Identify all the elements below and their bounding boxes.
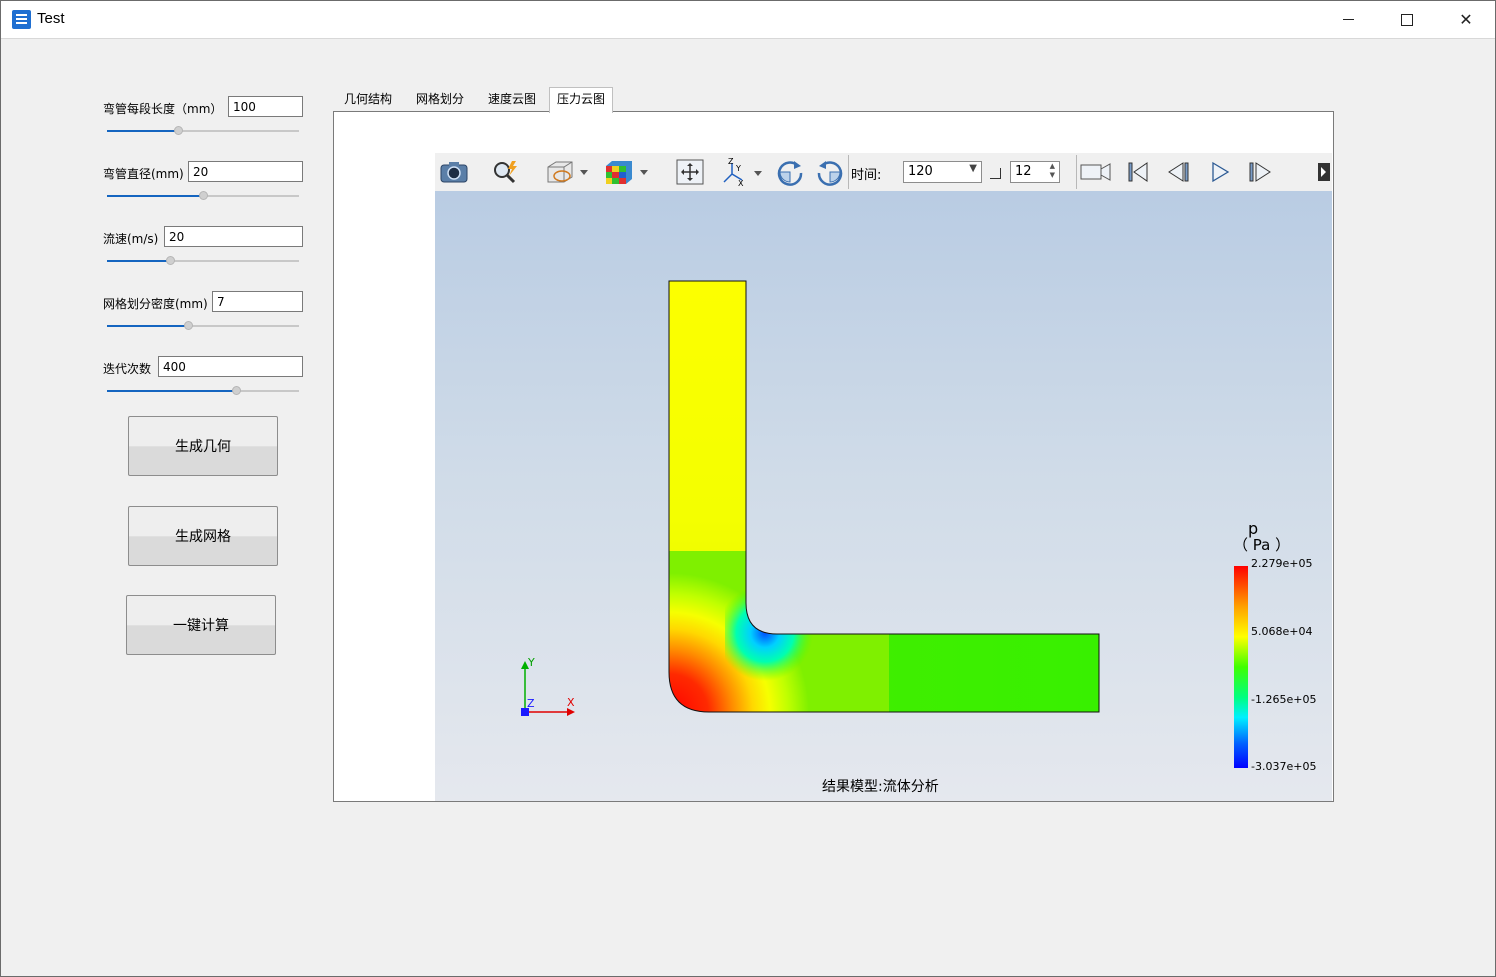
viewer-toolbar: ZYX (435, 153, 1332, 192)
next-frame-icon[interactable] (1245, 159, 1275, 185)
rotate-ccw-icon[interactable] (815, 159, 845, 186)
title-bar: Test ✕ (1, 1, 1495, 39)
prev-frame-icon[interactable] (1164, 159, 1194, 185)
param-label-iterations: 迭代次数 (103, 362, 152, 376)
legend-tick: 2.279e+05 (1251, 557, 1313, 570)
mesh-density-slider[interactable] (107, 321, 299, 331)
chevron-down-icon: ▼ (969, 163, 977, 174)
svg-text:Y: Y (735, 164, 741, 173)
pipe-body (669, 281, 1099, 712)
param-label-mesh-density: 网格划分密度(mm) (103, 297, 208, 311)
time-label: 时间: (851, 168, 882, 183)
svg-text:X: X (738, 179, 744, 186)
legend-tick: 5.068e+04 (1251, 625, 1313, 638)
axis-y-label: Y (527, 656, 535, 669)
play-icon[interactable] (1205, 159, 1235, 185)
velocity-slider[interactable] (107, 256, 299, 266)
iterations-slider[interactable] (107, 386, 299, 396)
tab-mesh[interactable]: 网格划分 (409, 88, 471, 111)
minimize-button[interactable] (1319, 1, 1377, 38)
maximize-button[interactable] (1378, 1, 1436, 38)
axis-x-label: X (567, 696, 575, 709)
legend-tick: -1.265e+05 (1251, 693, 1317, 706)
render-viewport[interactable]: Y Z X p （ Pa ） (435, 191, 1332, 801)
legend-unit: （ Pa ） (1233, 536, 1290, 554)
param-label-velocity: 流速(m/s) (103, 232, 159, 246)
tab-pressure[interactable]: 压力云图 (549, 87, 614, 113)
toolbar-separator (848, 155, 849, 189)
axes-icon[interactable]: ZYX (719, 158, 765, 186)
mesh-density-input[interactable] (212, 291, 303, 312)
pressure-contour: Y Z X p （ Pa ） (521, 280, 1290, 768)
diameter-slider[interactable] (107, 191, 299, 201)
generate-geometry-button[interactable]: 生成几何 (128, 416, 278, 476)
diameter-input[interactable] (188, 161, 303, 182)
tab-geometry[interactable]: 几何结构 (337, 88, 399, 111)
legend-colorbar (1234, 566, 1248, 768)
axis-z-label: Z (527, 697, 535, 710)
rotate-cw-icon[interactable] (775, 159, 805, 186)
compute-button[interactable]: 一键计算 (126, 595, 276, 655)
camera-icon[interactable] (439, 159, 469, 185)
toolbar-overflow-icon[interactable] (1318, 159, 1330, 185)
segment-length-slider[interactable] (107, 126, 299, 136)
record-icon[interactable] (1080, 159, 1112, 185)
step-icon (990, 168, 1001, 179)
display-mode-icon[interactable] (603, 159, 651, 185)
param-label-diameter: 弯管直径(mm) (103, 167, 184, 181)
time-combobox[interactable]: 120 ▼ (903, 161, 982, 183)
minimize-icon (1342, 19, 1354, 20)
close-button[interactable]: ✕ (1437, 1, 1495, 38)
maximize-icon (1401, 13, 1413, 26)
segment-length-input[interactable] (228, 96, 303, 117)
time-value: 120 (908, 164, 933, 179)
velocity-input[interactable] (164, 226, 303, 247)
legend-tick: -3.037e+05 (1251, 760, 1317, 773)
first-frame-icon[interactable] (1123, 159, 1153, 185)
app-icon (12, 10, 31, 29)
toolbar-separator (1076, 155, 1077, 189)
step-value: 12 (1015, 164, 1032, 179)
fit-view-icon[interactable] (675, 159, 705, 185)
surface-mode-icon[interactable] (543, 159, 591, 185)
tab-velocity[interactable]: 速度云图 (481, 88, 543, 111)
svg-text:Z: Z (728, 158, 734, 166)
close-icon: ✕ (1459, 10, 1473, 29)
query-icon[interactable] (491, 159, 521, 185)
iterations-input[interactable] (158, 356, 303, 377)
param-label-segment-length: 弯管每段长度（mm） (103, 102, 223, 116)
window-title: Test (37, 10, 65, 27)
step-spinbox[interactable]: 12 ▲ ▼ (1010, 161, 1060, 183)
result-caption: 结果模型:流体分析 (822, 779, 939, 795)
generate-mesh-button[interactable]: 生成网格 (128, 506, 278, 566)
spin-arrows-icon[interactable]: ▲ ▼ (1050, 162, 1055, 180)
